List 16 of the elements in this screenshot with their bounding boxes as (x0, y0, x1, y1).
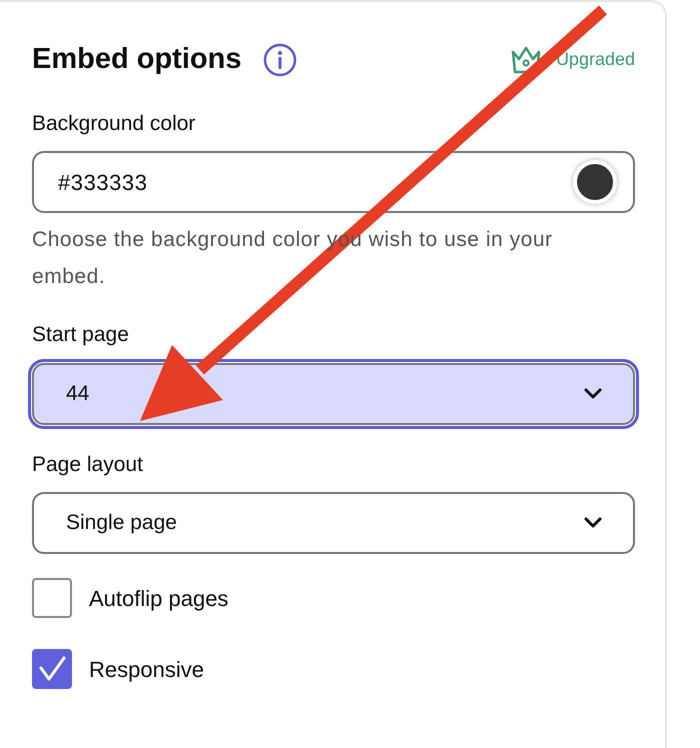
color-input-field[interactable]: #333333 (32, 151, 635, 213)
panel-title: Embed options (32, 42, 242, 77)
field-label: Page layout (32, 452, 144, 478)
info-icon[interactable] (263, 42, 298, 77)
checkbox[interactable] (32, 578, 72, 618)
checkmark-icon (38, 656, 66, 682)
chevron-down-icon (583, 388, 603, 400)
checkbox[interactable] (32, 649, 72, 689)
upgraded-label: Upgraded (556, 48, 635, 72)
field-label: Start page (32, 322, 130, 348)
checkbox-label: Responsive (89, 656, 204, 684)
crown-icon (510, 46, 542, 74)
dropdown-select[interactable]: Single page (32, 492, 635, 554)
field-label: Background color (32, 110, 196, 136)
checkbox-label: Autoflip pages (89, 584, 228, 613)
chevron-down-icon (583, 517, 603, 529)
